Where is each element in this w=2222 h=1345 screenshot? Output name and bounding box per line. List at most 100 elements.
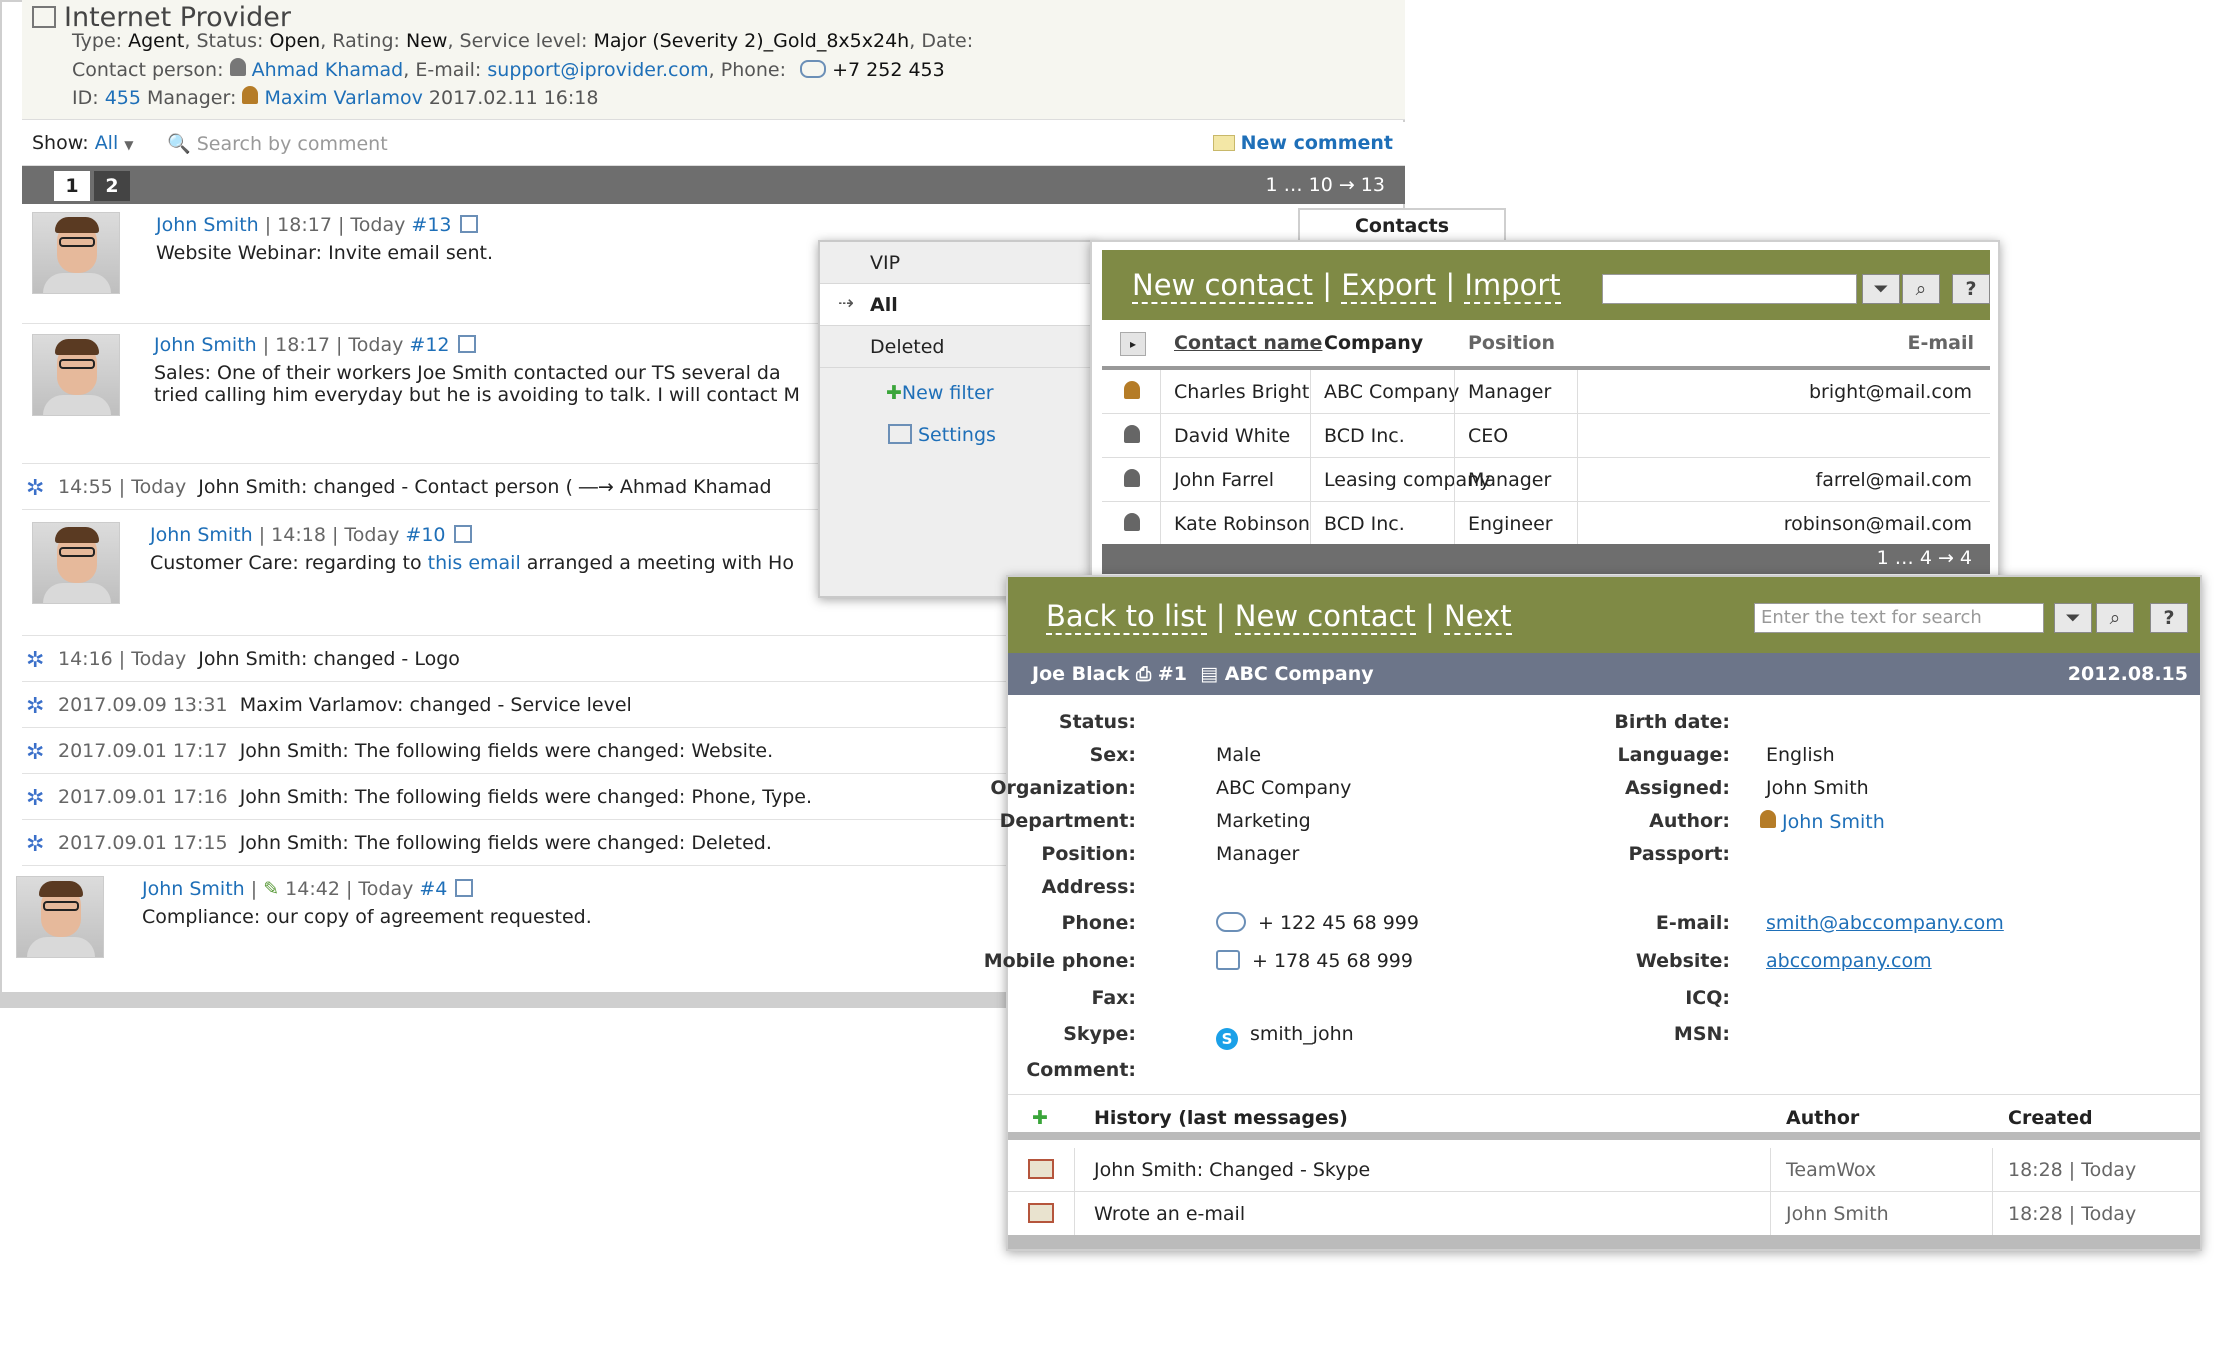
- record-date: 2012.08.15: [2067, 663, 2188, 685]
- help-icon[interactable]: ?: [2150, 603, 2188, 633]
- col-email[interactable]: E-mail: [1907, 332, 1974, 354]
- page-2-button[interactable]: 2: [94, 171, 130, 201]
- comment-author-link[interactable]: John Smith: [156, 214, 259, 236]
- provider-header: Internet Provider Type: Agent, Status: O…: [22, 0, 1405, 120]
- filter-vip[interactable]: VIP: [820, 242, 1093, 284]
- copy-icon[interactable]: [455, 879, 474, 897]
- plus-icon: ✚: [886, 382, 902, 404]
- meta-line-3: ID: 455 Manager: Maxim Varlamov 2017.02.…: [72, 86, 599, 109]
- card-search-input[interactable]: Enter the text for search: [1754, 603, 2044, 633]
- contact-icon: [1124, 425, 1140, 448]
- comment-number-link[interactable]: #10: [405, 524, 445, 546]
- new-comment-button[interactable]: New comment: [1212, 132, 1393, 154]
- email-link[interactable]: smith@abccompany.com: [1766, 912, 2004, 934]
- comment-number-link[interactable]: #13: [411, 214, 451, 236]
- table-row[interactable]: John Farrel Leasing company Manager farr…: [1102, 458, 1990, 502]
- skype-value[interactable]: Ssmith_john: [1216, 1023, 1354, 1050]
- import-button[interactable]: Import: [1464, 268, 1561, 304]
- history-title: History (last messages): [1094, 1107, 1348, 1129]
- col-position[interactable]: Position: [1468, 332, 1555, 354]
- field-label: Sex:: [1089, 744, 1136, 766]
- expand-icon[interactable]: ▸: [1120, 332, 1146, 356]
- comment-author-link[interactable]: John Smith: [142, 878, 245, 900]
- settings-link[interactable]: Settings: [888, 424, 996, 446]
- comments-pager: 1 2 1 … 10 → 13: [22, 166, 1405, 204]
- comment-search-input[interactable]: 🔍 Search by comment: [167, 132, 388, 155]
- filter-deleted[interactable]: Deleted: [820, 326, 1093, 368]
- field-label: Skype:: [1063, 1023, 1136, 1045]
- field-label: Fax:: [1091, 987, 1136, 1009]
- comment-number-link[interactable]: #4: [419, 878, 447, 900]
- filter-icon[interactable]: ⏷: [2054, 603, 2092, 633]
- tab-contacts[interactable]: Contacts: [1298, 208, 1506, 242]
- comment-author-link[interactable]: John Smith: [154, 334, 257, 356]
- email-link[interactable]: support@iprovider.com: [487, 59, 708, 81]
- back-to-list-button[interactable]: Back to list: [1046, 599, 1207, 635]
- mobile-phone-value[interactable]: + 178 45 68 999: [1216, 950, 1413, 972]
- next-button[interactable]: Next: [1444, 599, 1512, 635]
- field-label: Address:: [1041, 876, 1136, 898]
- contact-icon: [1124, 381, 1140, 404]
- search-icon[interactable]: ⌕: [1902, 274, 1940, 304]
- search-icon: 🔍: [167, 133, 191, 155]
- field-label: E-mail:: [1655, 912, 1730, 934]
- contacts-pager[interactable]: 1 … 4 → 4: [1102, 544, 1990, 574]
- author-link[interactable]: John Smith: [1760, 810, 1885, 833]
- field-label: Status:: [1058, 711, 1136, 733]
- change-log-icon: ✲: [26, 740, 45, 765]
- export-button[interactable]: Export: [1341, 268, 1437, 304]
- record-company: ABC Company: [1224, 663, 1374, 685]
- col-contact-name[interactable]: Contact name: [1174, 332, 1322, 354]
- page-1-button[interactable]: 1: [54, 171, 90, 201]
- settings-icon: [888, 424, 912, 444]
- copy-icon[interactable]: [459, 215, 478, 233]
- pager-range[interactable]: 1 … 10 → 13: [1265, 174, 1385, 196]
- change-log-icon: ✲: [26, 786, 45, 811]
- message-icon: [1028, 1159, 1054, 1184]
- website-link[interactable]: abccompany.com: [1766, 950, 1932, 972]
- avatar: [32, 522, 120, 604]
- id-link[interactable]: 455: [105, 87, 141, 109]
- help-icon[interactable]: ?: [1952, 274, 1990, 304]
- copy-icon[interactable]: [453, 525, 472, 543]
- field-label: Birth date:: [1614, 711, 1730, 733]
- table-row[interactable]: Charles Bright ABC Company Manager brigh…: [1102, 370, 1990, 414]
- contact-person-icon: [229, 58, 246, 76]
- history-row[interactable]: John Smith: Changed - Skype TeamWox 18:2…: [1008, 1148, 2200, 1192]
- phone-value[interactable]: + 122 45 68 999: [1216, 912, 1419, 934]
- card-toolbar: Back to list | New contact | Next Enter …: [1008, 577, 2200, 653]
- search-icon[interactable]: ⌕: [2096, 603, 2134, 633]
- comment-author-link[interactable]: John Smith: [150, 524, 253, 546]
- comment-icon: [1212, 135, 1235, 151]
- manager-link[interactable]: Maxim Varlamov: [264, 87, 422, 109]
- field-label: Organization:: [990, 777, 1136, 799]
- contact-icon: [1124, 469, 1140, 492]
- new-contact-button[interactable]: New contact: [1234, 599, 1416, 635]
- add-history-icon[interactable]: ✚: [1032, 1107, 1048, 1129]
- table-row[interactable]: Kate Robinson BCD Inc. Engineer robinson…: [1102, 502, 1990, 546]
- table-row[interactable]: David White BCD Inc. CEO: [1102, 414, 1990, 458]
- filter-icon[interactable]: ⏷: [1862, 274, 1900, 304]
- show-filter[interactable]: Show: All ▼: [32, 132, 134, 154]
- contacts-search-input[interactable]: [1602, 274, 1857, 304]
- meta-line-2: Contact person: Ahmad Khamad, E-mail: su…: [72, 58, 945, 81]
- field-value: Manager: [1216, 843, 1300, 865]
- copy-icon[interactable]: [457, 335, 476, 353]
- history-header: ✚ History (last messages) Author Created: [1008, 1094, 2200, 1140]
- new-contact-button[interactable]: New contact: [1132, 268, 1313, 304]
- new-filter-link[interactable]: ✚New filter: [886, 382, 994, 404]
- change-log-icon: ✲: [26, 648, 45, 673]
- comment-text: Compliance: our copy of agreement reques…: [142, 906, 592, 928]
- this-email-link[interactable]: this email: [428, 552, 521, 574]
- contact-person-link[interactable]: Ahmad Khamad: [252, 59, 404, 81]
- col-company[interactable]: Company: [1324, 332, 1423, 354]
- history-row[interactable]: Wrote an e-mail John Smith 18:28 | Today: [1008, 1192, 2200, 1236]
- message-icon: [1028, 1203, 1054, 1228]
- comment-number-link[interactable]: #12: [409, 334, 449, 356]
- col-created: Created: [2008, 1107, 2093, 1129]
- meta-line-1: Type: Agent, Status: Open, Rating: New, …: [72, 30, 974, 52]
- filter-all[interactable]: ⇢ All: [820, 284, 1093, 326]
- change-log-icon: ✲: [26, 476, 45, 501]
- field-value: Male: [1216, 744, 1262, 766]
- print-icon[interactable]: ⎙: [1136, 663, 1151, 685]
